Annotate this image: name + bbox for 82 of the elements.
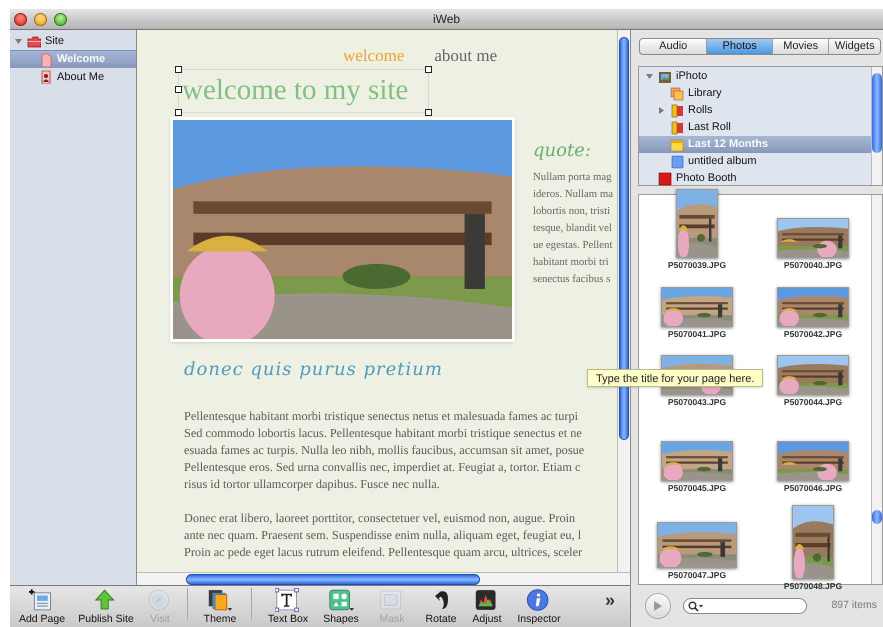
photo-filename: P5070039.JPG	[668, 260, 726, 271]
vertical-scrollbar[interactable]	[871, 195, 882, 584]
folder-icon	[27, 34, 41, 48]
body-text-line: Pellentesque eros. Sed urna convallis nec, imperdiet at. Feugiat a, tortor. Etiam c	[184, 459, 582, 476]
photo-filename: P5070044.JPG	[784, 397, 842, 408]
calendar-icon	[670, 138, 684, 152]
play-icon	[653, 600, 663, 612]
zoom-button[interactable]	[54, 12, 67, 26]
tab[interactable]: Audio	[640, 39, 706, 54]
toolbar-button[interactable]: Rotate	[419, 588, 463, 625]
page-title: welcome to my site	[182, 73, 408, 108]
rotate-arrow-icon	[434, 590, 448, 610]
toolbar-button[interactable]: Inspector	[512, 588, 566, 625]
body-text-line: Donec erat libero, laoreet porttitor, consectetuer vel, euismod non, augue. Proin	[184, 510, 576, 527]
shapes-icon	[328, 588, 354, 612]
search-field[interactable]	[683, 598, 807, 614]
body-text-line: risus id tortor ullamcorper dapibus. Fusce nec nulla.	[184, 476, 441, 493]
tab[interactable]: Movies	[772, 39, 828, 54]
page-icon	[39, 52, 53, 66]
photo-booth-icon	[658, 172, 672, 186]
tree-item[interactable]: Site	[10, 32, 136, 50]
play-button[interactable]	[645, 593, 671, 619]
tree-item[interactable]: iPhoto	[639, 68, 871, 85]
text-box-icon	[275, 588, 301, 612]
quote-text-line: lobortis non, tristi	[533, 204, 612, 219]
photo-filename: P5070040.JPG	[784, 260, 842, 271]
quote-heading: quote:	[533, 139, 592, 163]
tab[interactable]: Photos	[706, 39, 772, 54]
resize-handle[interactable]	[175, 86, 182, 93]
item-count: 897 items	[831, 598, 877, 614]
photo-filename: P5070043.JPG	[668, 397, 726, 408]
photo-filename: P5070045.JPG	[668, 483, 726, 494]
toolbar-button[interactable]: Shapes	[316, 588, 366, 625]
toolbar-button[interactable]: Theme	[196, 588, 244, 625]
search-icon	[688, 600, 704, 612]
photo-filename: P5070047.JPG	[668, 570, 726, 581]
tree-item[interactable]: untitled album	[639, 153, 871, 170]
body-text-line: Sed commodo lobortis lacus. Pellentesque habitant morbi tristique senectus et ne	[184, 425, 583, 442]
horizontal-scrollbar[interactable]	[137, 572, 630, 585]
photo-filename: P5070042.JPG	[784, 329, 842, 340]
photo-filename: P5070046.JPG	[784, 483, 842, 494]
quote-text-line: senectus facibus s	[533, 272, 612, 287]
section-heading: donec quis purus pretium	[184, 358, 443, 382]
film-roll-icon	[670, 104, 684, 118]
resize-handle[interactable]	[425, 109, 432, 116]
vertical-scrollbar[interactable]	[871, 67, 882, 185]
quote-text-line: habitant morbi tri	[533, 255, 610, 270]
toolbar-button[interactable]: Publish Site	[76, 588, 136, 625]
resize-handle[interactable]	[425, 66, 432, 73]
photo-filename: P5070041.JPG	[668, 329, 726, 340]
body-text-line: Proin ac pede eget lacus rutrum eleifend. Pellentesque quam arcu, ultrices, sceler	[184, 544, 584, 561]
tree-item[interactable]: About Me	[10, 68, 136, 86]
toolbar-button[interactable]: Add Page	[12, 588, 72, 625]
photo-filename: P5070048.JPG	[784, 581, 842, 592]
quote-text-line: ue egestas. Pellent	[533, 238, 614, 253]
quote-text-line: Nullam porta mag	[533, 170, 613, 185]
close-button[interactable]	[14, 12, 27, 26]
profile-page-icon	[39, 70, 53, 84]
minimize-button[interactable]	[34, 12, 47, 26]
body-text-line: Pellentesque habitant morbi tristique senectus netus et malesuada fames ac turpi	[184, 408, 580, 425]
tree-item[interactable]: Library	[639, 85, 871, 102]
quote-text-line: tesque, blandit vel	[533, 221, 613, 236]
photo-album-icon	[658, 70, 672, 84]
tree-item[interactable]: Rolls	[639, 102, 871, 119]
photo-stack-icon	[670, 86, 684, 100]
tooltip: Type the title for your page here.	[587, 369, 764, 387]
resize-handle[interactable]	[175, 109, 182, 116]
window-title: iWeb	[432, 11, 460, 28]
film-roll-icon	[670, 120, 684, 134]
quote-text-line: ideros. Nullam ma	[533, 187, 614, 202]
tree-item[interactable]: Last Roll	[639, 119, 871, 136]
more-button[interactable]: »	[600, 588, 620, 612]
toolbar-button[interactable]: Text Box	[260, 588, 316, 625]
body-text-line: esuada fames ac turpis. Nulla leo nibh, mollis faucibus, accumsan sit amet, posue	[184, 442, 586, 459]
album-icon	[670, 154, 684, 168]
toolbar-button[interactable]: Adjust	[465, 588, 509, 625]
body-text-line: ante nec quam. Praesent sem. Suspendisse enim nulla, aliquam eget, feugiat eu, l	[184, 527, 582, 544]
theme-icon	[207, 588, 233, 612]
nav-link[interactable]: about me	[434, 43, 498, 64]
tree-item[interactable]: Photo Booth	[639, 170, 871, 187]
resize-handle[interactable]	[175, 66, 182, 73]
tab[interactable]: Widgets	[828, 39, 880, 54]
